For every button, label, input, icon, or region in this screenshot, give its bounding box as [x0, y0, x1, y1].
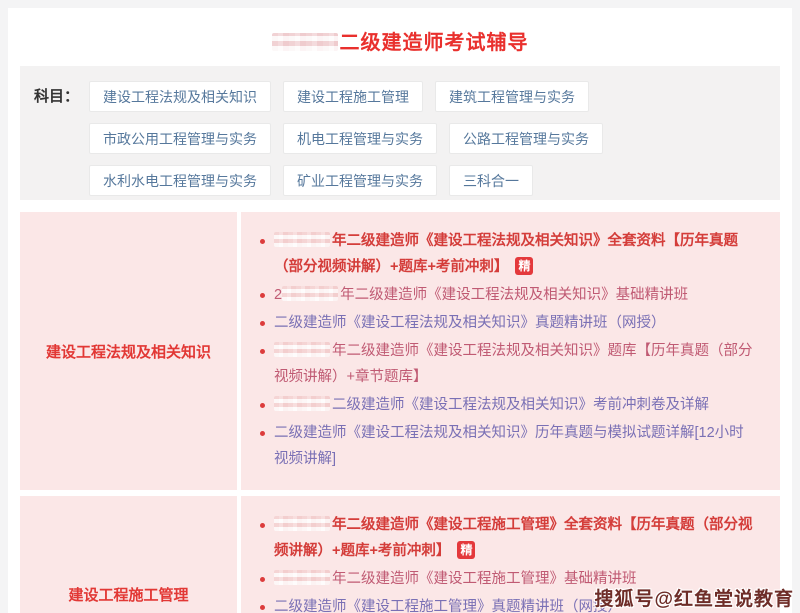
page: 二级建造师考试辅导 科目： 建设工程法规及相关知识建设工程施工管理建筑工程管理与…: [0, 0, 800, 613]
subject-button[interactable]: 矿业工程管理与实务: [283, 165, 437, 196]
bullet-icon: [260, 431, 265, 436]
course-list-cell: 年二级建造师《建设工程施工管理》全套资料【历年真题（部分视频讲解）+题库+考前冲…: [241, 496, 780, 613]
redacted-blur: [274, 396, 330, 411]
subject-button[interactable]: 公路工程管理与实务: [449, 123, 603, 154]
page-title: 二级建造师考试辅导: [272, 26, 529, 55]
list-item: 二级建造师《建设工程法规及相关知识》历年真题与模拟试题详解[12小时视频讲解]: [259, 420, 754, 472]
page-title-text: 二级建造师考试辅导: [340, 32, 529, 54]
bullet-icon: [260, 321, 265, 326]
bullet-icon: [260, 605, 265, 610]
course-list-cell: 年二级建造师《建设工程法规及相关知识》全套资料【历年真题（部分视频讲解）+题库+…: [241, 212, 780, 490]
subjects-label: 科目：: [34, 81, 79, 112]
list-item: 年二级建造师《建设工程法规及相关知识》题库【历年真题（部分视频讲解）+章节题库】: [259, 338, 754, 390]
subjects-panel: 科目： 建设工程法规及相关知识建设工程施工管理建筑工程管理与实务市政公用工程管理…: [20, 66, 780, 200]
course-link[interactable]: 二级建造师《建设工程法规及相关知识》历年真题与模拟试题详解[12小时视频讲解]: [274, 425, 744, 467]
course-link[interactable]: 2年二级建造师《建设工程法规及相关知识》基础精讲班: [274, 287, 688, 303]
bullet-icon: [260, 523, 265, 528]
bullet-icon: [260, 239, 265, 244]
list-item: 二级建造师《建设工程法规及相关知识》真题精讲班（网授）: [259, 310, 754, 336]
list-item: 年二级建造师《建设工程法规及相关知识》全套资料【历年真题（部分视频讲解）+题库+…: [259, 228, 754, 280]
bullet-icon: [260, 403, 265, 408]
category-label: 建设工程施工管理: [62, 584, 194, 605]
category-cell: 建设工程施工管理: [20, 496, 237, 613]
redacted-blur: [274, 342, 330, 357]
redacted-blur: [282, 286, 338, 301]
subject-button[interactable]: 建设工程法规及相关知识: [89, 81, 271, 112]
subject-button[interactable]: 建设工程施工管理: [283, 81, 423, 112]
course-link[interactable]: 年二级建造师《建设工程法规及相关知识》全套资料【历年真题（部分视频讲解）+题库+…: [274, 233, 738, 275]
course-link[interactable]: 年二级建造师《建设工程法规及相关知识》题库【历年真题（部分视频讲解）+章节题库】: [274, 343, 753, 385]
course-link[interactable]: 二级建造师《建设工程法规及相关知识》考前冲刺卷及详解: [274, 397, 709, 413]
bullet-icon: [260, 349, 265, 354]
subject-button[interactable]: 机电工程管理与实务: [283, 123, 437, 154]
redacted-blur: [274, 232, 330, 247]
list-item: 年二级建造师《建设工程施工管理》全套资料【历年真题（部分视频讲解）+题库+考前冲…: [259, 512, 754, 564]
list-item: 2年二级建造师《建设工程法规及相关知识》基础精讲班: [259, 282, 754, 308]
redacted-blur: [274, 516, 330, 531]
title-wrap: 二级建造师考试辅导: [8, 8, 792, 64]
content-card: 二级建造师考试辅导 科目： 建设工程法规及相关知识建设工程施工管理建筑工程管理与…: [8, 8, 792, 613]
subject-button[interactable]: 三科合一: [449, 165, 533, 196]
bullet-icon: [260, 577, 265, 582]
subject-button[interactable]: 市政公用工程管理与实务: [89, 123, 271, 154]
course-table: 建设工程法规及相关知识 年二级建造师《建设工程法规及相关知识》全套资料【历年真题（…: [20, 212, 780, 613]
subject-buttons: 建设工程法规及相关知识建设工程施工管理建筑工程管理与实务市政公用工程管理与实务机…: [89, 81, 766, 196]
course-link[interactable]: 年二级建造师《建设工程施工管理》全套资料【历年真题（部分视频讲解）+题库+考前冲…: [274, 517, 753, 559]
list-item: 年二级建造师《建设工程施工管理》基础精讲班: [259, 566, 754, 592]
category-cell: 建设工程法规及相关知识: [20, 212, 237, 490]
list-item: 二级建造师《建设工程法规及相关知识》考前冲刺卷及详解: [259, 392, 754, 418]
subject-button[interactable]: 水利水电工程管理与实务: [89, 165, 271, 196]
list-item: 二级建造师《建设工程施工管理》真题精讲班（网授）: [259, 594, 754, 613]
bullet-icon: [260, 293, 265, 298]
subject-button[interactable]: 建筑工程管理与实务: [435, 81, 589, 112]
redacted-blur: [274, 570, 330, 585]
featured-badge: 精: [515, 257, 533, 275]
course-link[interactable]: 年二级建造师《建设工程施工管理》基础精讲班: [274, 571, 637, 587]
redacted-blur: [272, 33, 338, 51]
featured-badge: 精: [457, 541, 475, 559]
course-link[interactable]: 二级建造师《建设工程法规及相关知识》真题精讲班（网授）: [274, 315, 666, 331]
course-link[interactable]: 二级建造师《建设工程施工管理》真题精讲班（网授）: [274, 599, 622, 613]
category-label: 建设工程法规及相关知识: [40, 341, 217, 362]
